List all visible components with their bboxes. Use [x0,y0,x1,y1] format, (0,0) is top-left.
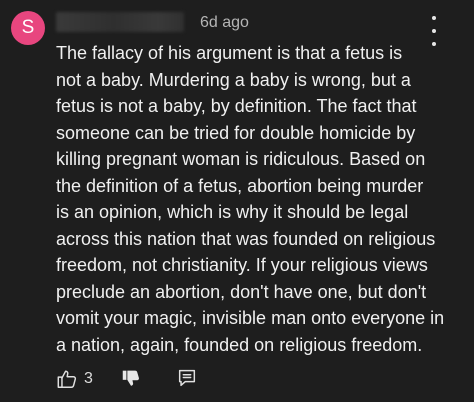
like-count: 3 [84,370,93,387]
comment-text-line: The fallacy of his argument is that a fe… [56,43,403,63]
comment-text-line: across this nation that was founded on r… [56,228,436,249]
thumbs-up-icon [57,370,77,388]
comment-timestamp: 6d ago [200,14,249,31]
comment-text-line: killing pregnant woman is ridiculous. Ba… [56,149,426,169]
comment-text-line: is an opinion, which is why it should be… [56,202,409,222]
avatar[interactable]: S [11,11,45,45]
comment-text-line: freedom, not christianity. If your relig… [56,255,428,275]
comment-text-line: fetus is not a baby, by definition. The … [56,96,417,116]
more-vertical-icon [432,16,436,20]
comment-text-line: vomit your magic, invisible man onto eve… [56,308,445,328]
username-redacted[interactable] [56,12,184,32]
comment-text: The fallacy of his argument is that a fe… [56,40,466,358]
comment-text-line: not a baby. Murdering a baby is wrong, b… [56,69,411,90]
comment-text-line: a nation, again, founded on religious fr… [56,334,423,355]
reply-icon [178,369,196,387]
comment-text-line: the definition of a fetus, abortion bein… [56,175,424,196]
comment-card: S 6d ago The fallacy of his argument is … [0,0,474,402]
reply-button[interactable] [176,367,200,391]
dislike-button[interactable] [120,367,144,391]
comment-actions: 3 [56,367,456,391]
comment-text-line: someone can be tried for double homicide… [56,122,416,143]
thumbs-down-icon [122,370,139,386]
comment-text-line: preclude an abortion, don't have one, bu… [56,281,427,302]
like-button[interactable]: 3 [56,367,93,391]
